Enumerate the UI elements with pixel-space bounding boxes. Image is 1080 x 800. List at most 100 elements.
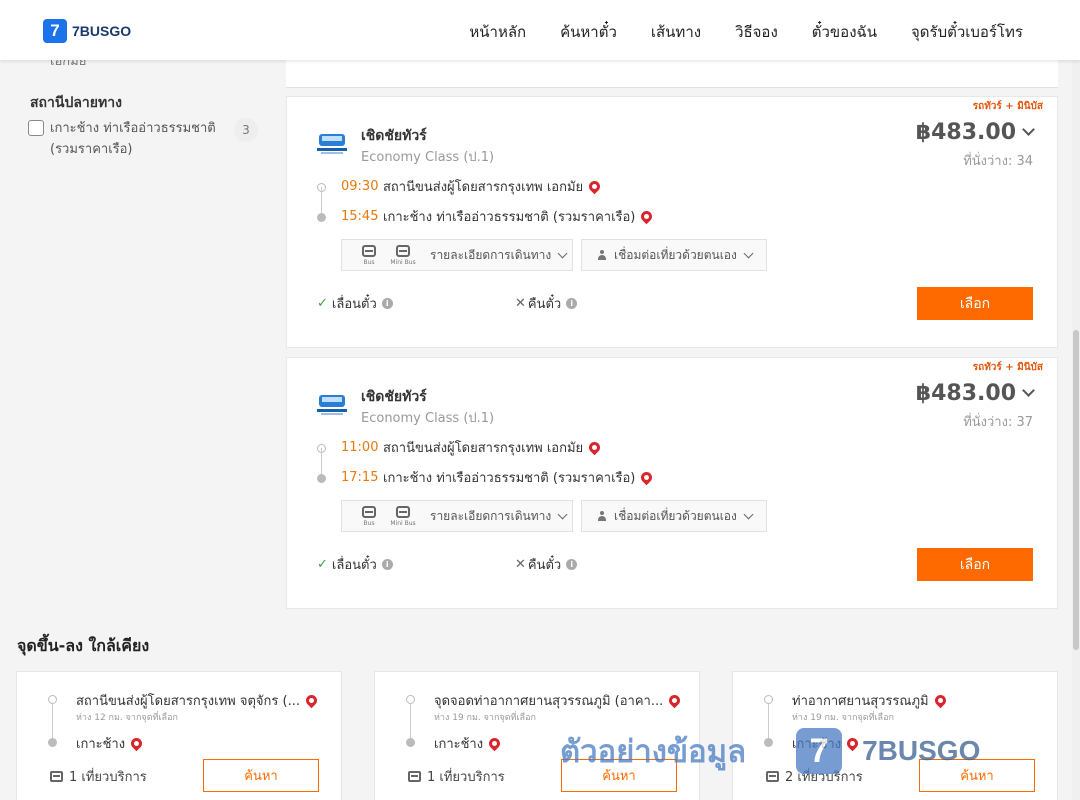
bus-icon: [408, 771, 421, 782]
map-pin-icon[interactable]: [844, 735, 861, 752]
chevron-down-icon: [1022, 384, 1035, 397]
map-pin-icon[interactable]: [639, 469, 655, 486]
nearby-to: เกาะช้าง: [76, 733, 145, 754]
arrival-dot-icon: [317, 474, 326, 483]
nearby-to: เกาะช้าง: [434, 733, 503, 754]
arrival-place: เกาะช้าง ท่าเรืออ่าวธรรมชาติ (รวมราคาเรื…: [383, 471, 636, 486]
top-header: 7 7BUSGO หน้าหลัก ค้นหาตั๋ว เส้นทาง วิธี…: [0, 0, 1080, 60]
map-pin-icon[interactable]: [932, 692, 948, 709]
departure-time: 09:30: [341, 179, 379, 194]
info-icon[interactable]: i: [566, 559, 578, 570]
operator-name: เชิดชัยทัวร์: [361, 389, 427, 405]
nearby-to-name: เกาะช้าง: [434, 737, 484, 752]
service-count-label: 2 เที่ยวบริการ: [785, 770, 863, 785]
map-pin-icon[interactable]: [666, 692, 683, 709]
refund-label: คืนตั๋ว: [527, 297, 562, 312]
trip-details-button[interactable]: Bus Mini Bus รายละเอียดการเดินทาง: [341, 500, 573, 532]
arrival-dot-icon: [317, 213, 326, 222]
destination-filter-heading: สถานีปลายทาง: [30, 95, 122, 111]
info-icon[interactable]: i: [566, 298, 578, 309]
seat-class: Economy Class (ป.1): [361, 150, 495, 165]
map-pin-icon[interactable]: [303, 692, 320, 709]
service-count-label: 1 เที่ยวบริการ: [427, 770, 505, 785]
service-count-label: 1 เที่ยวบริการ: [69, 770, 147, 785]
nearby-to: เกาะช้าง: [792, 733, 861, 754]
trip-details-label: รายละเอียดการเดินทาง: [430, 247, 552, 262]
site-logo[interactable]: 7 7BUSGO: [43, 19, 131, 43]
reschedule-policy: ✓ เลื่อนตั๋ว i: [317, 293, 393, 314]
chevron-down-icon: [557, 509, 568, 519]
to-dot-icon: [764, 738, 773, 747]
select-trip-button[interactable]: เลือก: [917, 548, 1033, 581]
bus-icon: [50, 771, 63, 782]
trip-details-button[interactable]: Bus Mini Bus รายละเอียดการเดินทาง: [341, 239, 573, 271]
timeline-line: [410, 704, 411, 738]
arrival-time: 17:15: [341, 470, 379, 485]
nearby-to-name: เกาะช้าง: [792, 737, 842, 752]
nearby-distance: ห่าง 12 กม. จากจุดที่เลือก: [76, 713, 178, 723]
map-pin-icon[interactable]: [586, 439, 603, 456]
nav-home[interactable]: หน้าหลัก: [469, 20, 526, 44]
vehicle-type-tag: รถทัวร์ + มินิบัส: [972, 101, 1043, 112]
to-dot-icon: [406, 738, 415, 747]
nearby-to-name: เกาะช้าง: [76, 737, 126, 752]
timeline-line: [321, 448, 322, 474]
arrival-row: 17:15 เกาะช้าง ท่าเรืออ่าวธรรมชาติ (รวมร…: [341, 467, 655, 488]
chevron-down-icon: [743, 509, 754, 519]
nearby-search-button[interactable]: ค้นหา: [919, 759, 1035, 792]
nav-my-tickets[interactable]: ตั๋วของฉัน: [812, 20, 877, 44]
service-count: 1 เที่ยวบริการ: [50, 766, 147, 787]
minibus-icon: Mini Bus: [386, 241, 420, 269]
select-trip-button[interactable]: เลือก: [917, 287, 1033, 320]
nav-ticket-pickup-phone[interactable]: จุดรับตั๋วเบอร์โทร: [911, 20, 1023, 44]
seats-available: ที่นั่งว่าง: 34: [963, 154, 1033, 169]
refund-label: คืนตั๋ว: [527, 558, 562, 573]
page-scrollbar[interactable]: [1072, 60, 1080, 800]
self-connect-button[interactable]: เชื่อมต่อเที่ยวด้วยตนเอง: [581, 500, 767, 532]
nearby-search-button[interactable]: ค้นหา: [203, 759, 319, 792]
route-timeline: 09:30 สถานีขนส่งผู้โดยสารกรุงเทพ เอกมัย …: [317, 176, 917, 236]
nearby-from: จุดจอดท่าอากาศยานสุวรรณภูมิ (อาคา...: [434, 690, 683, 711]
check-icon: ✓: [317, 296, 328, 311]
trip-card: รถทัวร์ + มินิบัส เชิดชัยทัวร์ Economy C…: [286, 96, 1058, 348]
logo-text: 7BUSGO: [72, 23, 132, 39]
operator-logo-icon: [317, 395, 347, 415]
departure-time: 11:00: [341, 440, 379, 455]
map-pin-icon[interactable]: [486, 735, 503, 752]
nearby-search-button[interactable]: ค้นหา: [561, 759, 677, 792]
timeline-line: [321, 187, 322, 213]
map-pin-icon[interactable]: [586, 178, 603, 195]
info-icon[interactable]: i: [381, 298, 393, 309]
map-pin-icon[interactable]: [128, 735, 145, 752]
minibus-icon: Mini Bus: [386, 502, 420, 530]
filter-checkbox[interactable]: [28, 120, 44, 136]
nearby-stop-card: ท่าอากาศยานสุวรรณภูมิ ห่าง 19 กม. จากจุด…: [732, 671, 1058, 800]
chevron-down-icon: [1022, 123, 1035, 136]
price-toggle[interactable]: ฿483.00: [916, 120, 1035, 145]
seat-class: Economy Class (ป.1): [361, 411, 495, 426]
bus-icon: Bus: [352, 502, 386, 530]
operator-logo-icon: [317, 134, 347, 154]
nav-routes[interactable]: เส้นทาง: [651, 20, 701, 44]
nearby-from-name: สถานีขนส่งผู้โดยสารกรุงเทพ จตุจักร (...: [76, 694, 300, 709]
info-icon[interactable]: i: [381, 559, 393, 570]
cross-icon: ✕: [515, 296, 526, 311]
arrival-row: 15:45 เกาะช้าง ท่าเรืออ่าวธรรมชาติ (รวมร…: [341, 206, 655, 227]
nav-search-ticket[interactable]: ค้นหาตั๋ว: [560, 20, 617, 44]
timeline-line: [768, 704, 769, 738]
price-toggle[interactable]: ฿483.00: [915, 381, 1035, 406]
self-connect-button[interactable]: เชื่อมต่อเที่ยวด้วยตนเอง: [581, 239, 767, 271]
timeline-line: [52, 704, 53, 738]
operator-name: เชิดชัยทัวร์: [361, 128, 427, 144]
scrollbar-thumb[interactable]: [1073, 330, 1079, 650]
map-pin-icon[interactable]: [639, 208, 655, 225]
price-value: ฿483.00: [915, 381, 1016, 406]
check-icon: ✓: [317, 557, 328, 572]
from-dot-icon: [48, 695, 57, 704]
refund-policy: ✕ คืนตั๋ว i: [515, 554, 578, 575]
nearby-distance: ห่าง 19 กม. จากจุดที่เลือก: [434, 713, 536, 723]
destination-filter-option[interactable]: เกาะช้าง ท่าเรืออ่าวธรรมชาติ (รวมราคาเรื…: [28, 118, 258, 160]
nav-how-to-book[interactable]: วิธีจอง: [735, 20, 778, 44]
service-count: 1 เที่ยวบริการ: [408, 766, 505, 787]
arrival-time: 15:45: [341, 209, 379, 224]
